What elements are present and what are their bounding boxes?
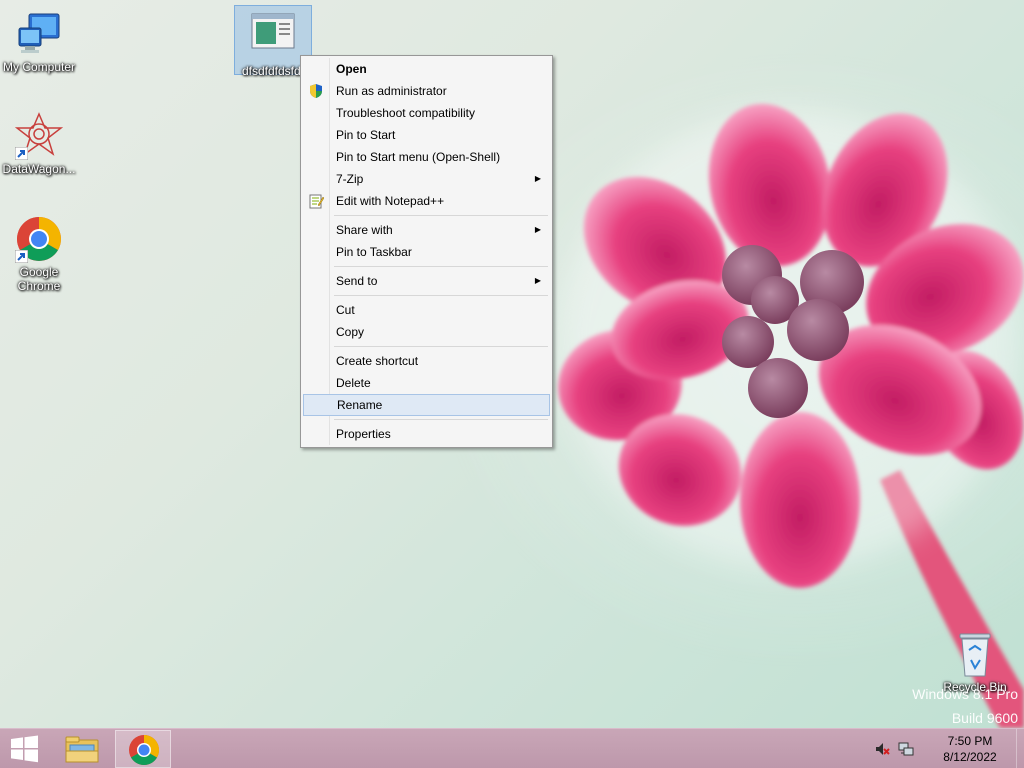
menu-item-pin-to-taskbar[interactable]: Pin to Taskbar xyxy=(303,241,550,263)
menu-item-pin-to-start-menu-open-shell[interactable]: Pin to Start menu (Open-Shell) xyxy=(303,146,550,168)
submenu-arrow-icon: ▶ xyxy=(534,225,541,234)
desktop[interactable]: My Computer DataWagon... Google Chrome d… xyxy=(0,0,1024,728)
menu-separator xyxy=(303,292,550,299)
taskbar-file-explorer[interactable] xyxy=(54,730,110,768)
desktop-icon-recycle-bin[interactable]: Recycle Bin xyxy=(936,630,1014,694)
chrome-icon xyxy=(129,735,160,766)
menu-separator xyxy=(303,416,550,423)
volume-muted-icon[interactable] xyxy=(874,741,890,757)
network-icon[interactable] xyxy=(898,741,914,757)
taskbar-clock[interactable]: 7:50 PM 8/12/2022 xyxy=(938,733,1002,765)
chrome-icon xyxy=(15,215,63,263)
desktop-icon-label-line2: Chrome xyxy=(17,279,61,293)
windows-watermark-edition: Windows 8.1 Pro xyxy=(912,686,1018,702)
windows-logo-icon xyxy=(11,735,38,763)
context-menu: Open Run as administrator Troubleshoot c… xyxy=(300,55,553,448)
menu-item-label: Rename xyxy=(337,398,383,412)
menu-item-cut[interactable]: Cut xyxy=(303,299,550,321)
menu-item-edit-with-notepad-plus-plus[interactable]: Edit with Notepad++ xyxy=(303,190,550,212)
file-icon xyxy=(249,10,297,58)
computer-icon xyxy=(15,10,63,58)
desktop-icon-label: My Computer xyxy=(2,60,76,74)
menu-item-run-as-administrator[interactable]: Run as administrator xyxy=(303,80,550,102)
menu-item-properties[interactable]: Properties xyxy=(303,423,550,445)
desktop-icon-label-line1: Google xyxy=(19,265,59,279)
notepad-plus-plus-icon xyxy=(309,194,324,209)
menu-item-label: Pin to Taskbar xyxy=(336,245,412,259)
menu-item-label: Copy xyxy=(336,325,365,339)
menu-item-delete[interactable]: Delete xyxy=(303,372,550,394)
menu-item-label: Run as administrator xyxy=(336,84,447,98)
show-desktop-button[interactable] xyxy=(1016,729,1024,768)
menu-item-pin-to-start[interactable]: Pin to Start xyxy=(303,124,550,146)
menu-item-label: Properties xyxy=(336,427,391,441)
clock-time: 7:50 PM xyxy=(947,734,993,748)
file-explorer-icon xyxy=(65,736,99,763)
menu-item-7-zip[interactable]: 7-Zip ▶ xyxy=(303,168,550,190)
windows-watermark-build: Build 9600 xyxy=(951,710,1018,726)
menu-item-send-to[interactable]: Send to ▶ xyxy=(303,270,550,292)
menu-item-create-shortcut[interactable]: Create shortcut xyxy=(303,350,550,372)
shortcut-arrow-icon xyxy=(15,147,28,160)
menu-item-label: Open xyxy=(336,62,367,76)
menu-item-label: Share with xyxy=(336,223,393,237)
menu-item-label: Pin to Start menu (Open-Shell) xyxy=(336,150,501,164)
desktop-icon-datawagon[interactable]: DataWagon... xyxy=(0,112,78,176)
menu-item-copy[interactable]: Copy xyxy=(303,321,550,343)
datawagon-icon xyxy=(14,112,64,160)
desktop-icon-google-chrome[interactable]: Google Chrome xyxy=(0,215,78,293)
desktop-icon-label: DataWagon... xyxy=(2,162,76,176)
clock-date: 8/12/2022 xyxy=(943,750,997,764)
shortcut-arrow-icon xyxy=(15,250,28,263)
uac-shield-icon xyxy=(310,84,322,98)
menu-item-open[interactable]: Open xyxy=(303,58,550,80)
menu-item-share-with[interactable]: Share with ▶ xyxy=(303,219,550,241)
menu-item-label: Delete xyxy=(336,376,371,390)
menu-separator xyxy=(303,212,550,219)
menu-item-label: Troubleshoot compatibility xyxy=(336,106,475,120)
start-button[interactable] xyxy=(0,729,50,768)
menu-item-rename[interactable]: Rename xyxy=(303,394,550,416)
submenu-arrow-icon: ▶ xyxy=(534,174,541,183)
desktop-icon-my-computer[interactable]: My Computer xyxy=(0,10,78,74)
menu-item-label: Send to xyxy=(336,274,378,288)
menu-separator xyxy=(303,343,550,350)
menu-item-label: Edit with Notepad++ xyxy=(336,194,445,208)
menu-item-label: Create shortcut xyxy=(336,354,419,368)
taskbar-google-chrome[interactable] xyxy=(115,730,171,768)
menu-item-label: 7-Zip xyxy=(336,172,364,186)
recycle-bin-icon xyxy=(955,630,995,678)
menu-item-label: Cut xyxy=(336,303,355,317)
menu-separator xyxy=(303,263,550,270)
menu-item-troubleshoot-compatibility[interactable]: Troubleshoot compatibility xyxy=(303,102,550,124)
taskbar: 7:50 PM 8/12/2022 xyxy=(0,728,1024,768)
submenu-arrow-icon: ▶ xyxy=(534,276,541,285)
menu-item-label: Pin to Start xyxy=(336,128,396,142)
